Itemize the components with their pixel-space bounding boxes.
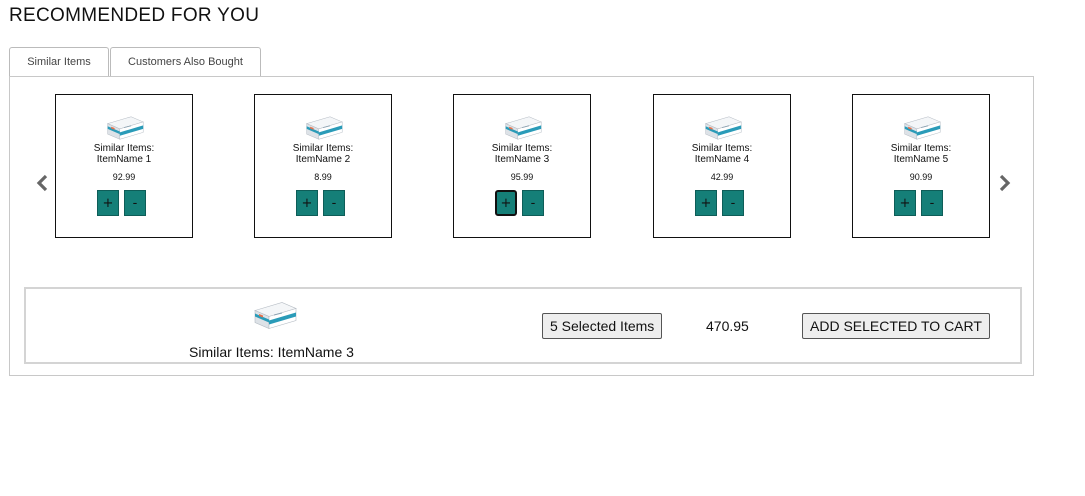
product-card: Similar Items: ItemName 3 95.99 + - bbox=[453, 94, 591, 238]
add-item-button[interactable]: + bbox=[296, 190, 318, 216]
remove-item-button[interactable]: - bbox=[522, 190, 544, 216]
product-name: Similar Items: ItemName 5 bbox=[890, 143, 952, 165]
add-item-button[interactable]: + bbox=[495, 190, 517, 216]
product-image bbox=[502, 115, 544, 141]
product-price: 42.99 bbox=[710, 172, 734, 182]
page-title: RECOMMENDED FOR YOU bbox=[9, 5, 260, 26]
product-image bbox=[303, 115, 345, 141]
product-name: Similar Items: ItemName 2 bbox=[292, 143, 354, 165]
product-card: Similar Items: ItemName 1 92.99 + - bbox=[55, 94, 193, 238]
selection-summary: Similar Items: ItemName 3 5 Selected Ite… bbox=[24, 287, 1022, 364]
add-item-button[interactable]: + bbox=[695, 190, 717, 216]
product-price: 8.99 bbox=[314, 172, 332, 182]
product-price: 95.99 bbox=[510, 172, 534, 182]
remove-item-button[interactable]: - bbox=[124, 190, 146, 216]
tab-customers-also-bought[interactable]: Customers Also Bought bbox=[110, 47, 261, 76]
tab-similar-items[interactable]: Similar Items bbox=[9, 47, 109, 76]
selected-items-button[interactable]: 5 Selected Items bbox=[542, 313, 663, 339]
product-image bbox=[901, 115, 943, 141]
remove-item-button[interactable]: - bbox=[722, 190, 744, 216]
add-selected-to-cart-button[interactable]: ADD SELECTED TO CART bbox=[802, 313, 990, 339]
chevron-right-icon bbox=[999, 174, 1011, 192]
tab-panel: Similar Items: ItemName 1 92.99 + - Simi… bbox=[9, 76, 1034, 376]
product-price: 90.99 bbox=[909, 172, 933, 182]
product-image bbox=[104, 115, 146, 141]
product-name: Similar Items: ItemName 4 bbox=[691, 143, 753, 165]
carousel-prev-button[interactable] bbox=[33, 173, 53, 193]
selected-total: 470.95 bbox=[706, 318, 749, 334]
carousel-next-button[interactable] bbox=[994, 173, 1014, 193]
selected-product-image bbox=[252, 300, 298, 331]
product-card: Similar Items: ItemName 5 90.99 + - bbox=[852, 94, 990, 238]
product-card: Similar Items: ItemName 2 8.99 + - bbox=[254, 94, 392, 238]
product-price: 92.99 bbox=[112, 172, 136, 182]
product-card: Similar Items: ItemName 4 42.99 + - bbox=[653, 94, 791, 238]
add-item-button[interactable]: + bbox=[97, 190, 119, 216]
chevron-left-icon bbox=[36, 174, 48, 192]
recommendation-tabs: Similar Items Customers Also Bought bbox=[9, 47, 261, 77]
remove-item-button[interactable]: - bbox=[921, 190, 943, 216]
product-image bbox=[702, 115, 744, 141]
remove-item-button[interactable]: - bbox=[323, 190, 345, 216]
product-name: Similar Items: ItemName 3 bbox=[491, 143, 553, 165]
product-name: Similar Items: ItemName 1 bbox=[93, 143, 155, 165]
add-item-button[interactable]: + bbox=[894, 190, 916, 216]
selected-product-name: Similar Items: ItemName 3 bbox=[189, 344, 354, 360]
